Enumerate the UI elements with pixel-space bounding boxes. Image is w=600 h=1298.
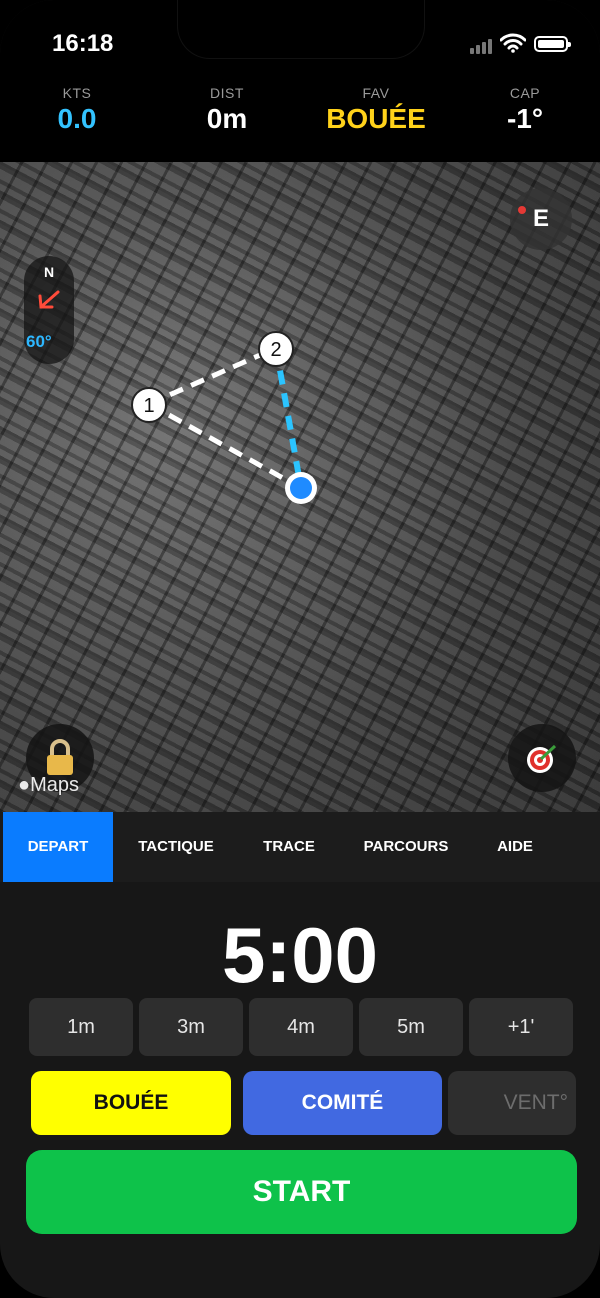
- bouee-button[interactable]: BOUÉE: [31, 1071, 231, 1135]
- stat-label: FAV: [362, 85, 390, 101]
- tab-trace[interactable]: TRACE: [234, 812, 344, 882]
- maps-attribution-text: Maps: [30, 774, 79, 796]
- waypoint-1-label: 1: [143, 395, 154, 417]
- waypoint-2-marker[interactable]: 2: [257, 330, 295, 368]
- time-button-4m[interactable]: 4m: [249, 998, 353, 1056]
- maps-attribution: ●Maps: [18, 774, 79, 797]
- stat-label: KTS: [62, 85, 92, 101]
- countdown-timer: 5:00: [221, 911, 379, 999]
- stat-value: 0m: [206, 103, 248, 134]
- waypoint-2-label: 2: [270, 339, 281, 361]
- tab-bar: DEPART TACTIQUE TRACE PARCOURS AIDE: [0, 812, 600, 882]
- tab-depart[interactable]: DEPART: [3, 812, 113, 882]
- heading-compass[interactable]: N 60°: [24, 256, 74, 364]
- start-button[interactable]: START: [26, 1150, 577, 1234]
- tab-tactique[interactable]: TACTIQUE: [121, 812, 231, 882]
- user-location-dot: [285, 472, 317, 504]
- stat-value: -1°: [506, 103, 544, 134]
- stat-value: BOUÉE: [326, 103, 426, 134]
- target-button[interactable]: [508, 724, 576, 792]
- stat-cap: CAP -1°: [465, 85, 585, 135]
- apple-logo-icon: ●: [18, 774, 31, 796]
- cellular-signal-icon: [470, 39, 492, 54]
- status-bar: 16:18: [0, 0, 600, 90]
- time-button-3m[interactable]: 3m: [139, 998, 243, 1056]
- battery-icon: [534, 36, 571, 52]
- time-button-1m[interactable]: 1m: [29, 998, 133, 1056]
- tab-parcours[interactable]: PARCOURS: [350, 812, 462, 882]
- time-button-5m[interactable]: 5m: [359, 998, 463, 1056]
- wifi-icon: [500, 33, 526, 53]
- wind-arrow-icon: [38, 290, 60, 309]
- status-time: 16:18: [52, 30, 114, 57]
- waypoint-1-marker[interactable]: 1: [130, 386, 168, 424]
- compass-north-label: N: [43, 264, 55, 280]
- stat-kts: KTS 0.0: [17, 85, 137, 135]
- compass-heading: 60°: [26, 332, 52, 351]
- notch: [178, 0, 424, 58]
- app-screen: 16:18 KTS 0.0 DIST 0m FAV BOUÉE CAP -1° …: [0, 0, 600, 1298]
- compass-east-button[interactable]: E: [510, 188, 572, 250]
- comite-button[interactable]: COMITÉ: [243, 1071, 442, 1135]
- time-button-plus-1[interactable]: +1': [469, 998, 573, 1056]
- satellite-map[interactable]: 1 2 N 60° E ●Maps: [0, 162, 600, 812]
- vent-input[interactable]: VENT°: [448, 1071, 576, 1135]
- target-icon: [527, 744, 557, 773]
- stat-dist: DIST 0m: [167, 85, 287, 135]
- stat-label: CAP: [509, 85, 541, 101]
- stat-label: DIST: [210, 85, 244, 101]
- stat-value: 0.0: [57, 103, 97, 134]
- stat-fav[interactable]: FAV BOUÉE: [316, 85, 436, 135]
- tab-aide[interactable]: AIDE: [462, 812, 568, 882]
- stats-header: KTS 0.0 DIST 0m FAV BOUÉE CAP -1°: [0, 80, 600, 162]
